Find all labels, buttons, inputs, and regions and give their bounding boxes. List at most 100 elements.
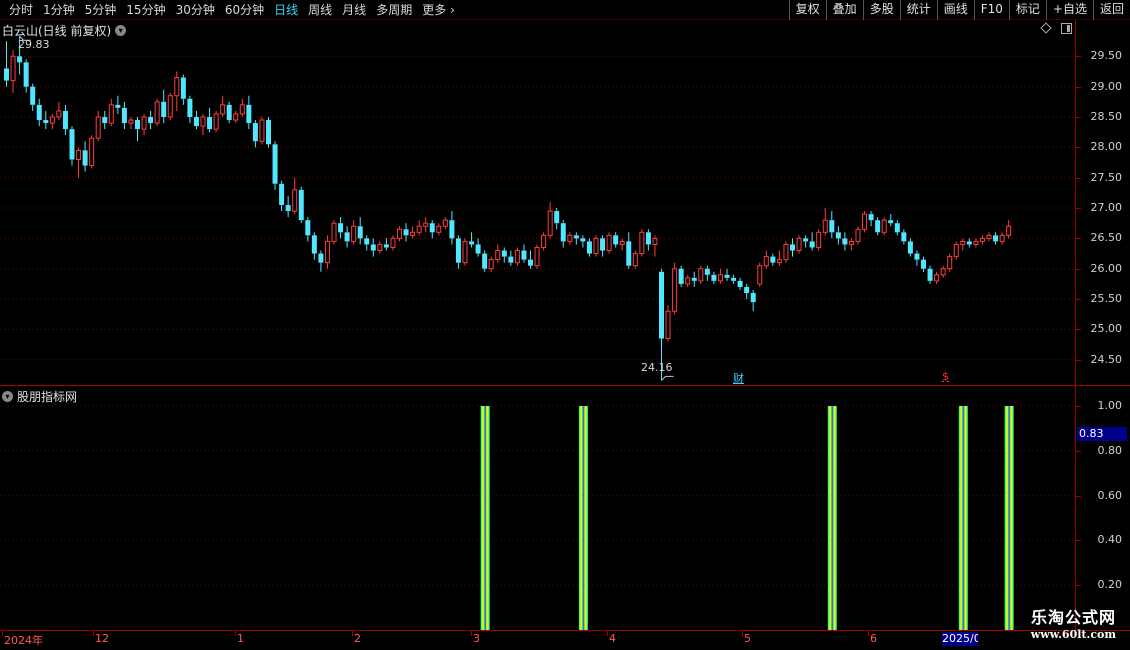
candle-body xyxy=(855,228,861,242)
toolbar-button-8[interactable]: 返回 xyxy=(1092,0,1130,20)
candle xyxy=(200,113,206,136)
price-axis-tick xyxy=(1076,147,1081,149)
chevron-down-icon[interactable]: ▾ xyxy=(115,25,127,36)
candle xyxy=(207,107,213,133)
date-label: 5 xyxy=(744,632,751,645)
candle-body xyxy=(691,277,697,281)
candle-body xyxy=(737,280,743,287)
candlestick-chart[interactable] xyxy=(0,20,1075,385)
toolbar-button-5[interactable]: F10 xyxy=(973,0,1009,20)
candle-body xyxy=(744,286,750,294)
period-tab-9[interactable]: 多周期 xyxy=(371,0,417,20)
candle xyxy=(148,110,154,130)
toolbar-button-6[interactable]: 标记 xyxy=(1008,0,1046,20)
toolbar-button-2[interactable]: 多股 xyxy=(862,0,900,20)
candle xyxy=(796,235,802,254)
candle xyxy=(279,180,285,212)
candle xyxy=(875,217,881,236)
toolbar-button-1[interactable]: 叠加 xyxy=(825,0,863,20)
candle-body xyxy=(724,274,730,278)
candle xyxy=(652,235,658,257)
watermark: 乐淘公式网 www.60lt.com xyxy=(1031,604,1116,641)
candle xyxy=(56,101,62,121)
candle-body xyxy=(239,104,245,115)
top-toolbar: 分时 1分钟 5分钟 15分钟 30分钟 60分钟 日线 周线 月线 多周期 更多 › 复权 叠加 多股… xyxy=(0,0,1130,20)
candle xyxy=(960,238,966,251)
date-tick xyxy=(742,631,743,636)
candle-body xyxy=(934,274,940,282)
price-pane-title: 白云山(日线 前复权) ▾ xyxy=(2,22,127,39)
candle xyxy=(947,253,953,272)
date-tick xyxy=(2,631,3,636)
period-tab-10[interactable]: 更多 › xyxy=(417,0,460,20)
candle-body xyxy=(436,225,442,233)
candle xyxy=(501,247,507,263)
candle-body xyxy=(770,256,776,263)
candle-body xyxy=(338,223,344,233)
candle xyxy=(711,271,717,284)
candle-body xyxy=(711,274,717,281)
toolbar-button-7[interactable]: +自选 xyxy=(1045,0,1093,20)
candle xyxy=(23,59,29,93)
candle-body xyxy=(69,129,75,160)
candle-body xyxy=(285,205,291,212)
chevron-down-icon[interactable]: ▾ xyxy=(2,391,13,402)
candle xyxy=(89,135,95,169)
panel-toggle-icon[interactable] xyxy=(1061,23,1072,34)
dividend-marker[interactable]: $ xyxy=(942,370,949,383)
candle-body xyxy=(423,222,429,227)
candle xyxy=(613,232,619,248)
period-tab-7[interactable]: 周线 xyxy=(303,0,337,20)
period-tab-4[interactable]: 30分钟 xyxy=(171,0,220,20)
indicator-axis-tick xyxy=(1076,585,1081,587)
toolbar-button-4[interactable]: 画线 xyxy=(936,0,974,20)
toolbar-button-3[interactable]: 统计 xyxy=(899,0,937,20)
indicator-pane[interactable]: ▾ 股朋指标网 xyxy=(0,385,1075,630)
candle-body xyxy=(220,104,226,115)
candle xyxy=(560,220,566,248)
period-tab-6[interactable]: 日线 xyxy=(269,0,303,20)
candle xyxy=(76,147,82,178)
candle xyxy=(364,235,370,251)
candle xyxy=(62,104,68,136)
toolbar-button-0[interactable]: 复权 xyxy=(788,0,826,20)
candle xyxy=(475,238,481,257)
candle-body xyxy=(344,232,350,242)
candle-body xyxy=(488,259,494,270)
candle-body xyxy=(449,220,455,239)
candle xyxy=(855,226,861,245)
candle-body xyxy=(410,231,416,236)
period-tab-2[interactable]: 5分钟 xyxy=(80,0,122,20)
candle-body xyxy=(586,241,592,254)
period-tab-8[interactable]: 月线 xyxy=(337,0,371,20)
price-axis-tick xyxy=(1076,86,1081,88)
candle-body xyxy=(717,274,723,282)
candle xyxy=(986,232,992,242)
candle xyxy=(410,226,416,239)
finance-marker[interactable]: 财 xyxy=(733,370,744,386)
period-tab-0[interactable]: 分时 xyxy=(4,0,38,20)
price-axis-label: 25.50 xyxy=(1090,292,1123,306)
candle-body xyxy=(580,238,586,242)
candle xyxy=(921,256,926,272)
candle xyxy=(580,235,586,248)
candle-body xyxy=(462,240,468,264)
indicator-axis: 0.83 1.00 0.80 0.60 0.40 0.20 xyxy=(1075,385,1130,630)
indicator-axis-label: 0.40 xyxy=(1097,533,1123,547)
period-tab-1[interactable]: 1分钟 xyxy=(38,0,80,20)
candle-body xyxy=(973,240,979,245)
candle xyxy=(324,235,330,269)
candle-body xyxy=(534,246,540,267)
candle xyxy=(252,120,258,148)
candle xyxy=(488,256,494,272)
indicator-axis-tick xyxy=(1076,495,1081,497)
candle-body xyxy=(331,222,337,242)
period-tab-3[interactable]: 15分钟 xyxy=(121,0,170,20)
candle xyxy=(377,241,383,254)
period-tab-5[interactable]: 60分钟 xyxy=(220,0,269,20)
date-tick xyxy=(471,631,472,636)
candle-body xyxy=(76,149,82,160)
price-pane[interactable]: 白云山(日线 前复权) ▾ 29.83 24.16 财 $ xyxy=(0,20,1075,385)
price-axis-label: 28.50 xyxy=(1090,109,1123,123)
indicator-chart[interactable] xyxy=(0,386,1075,631)
